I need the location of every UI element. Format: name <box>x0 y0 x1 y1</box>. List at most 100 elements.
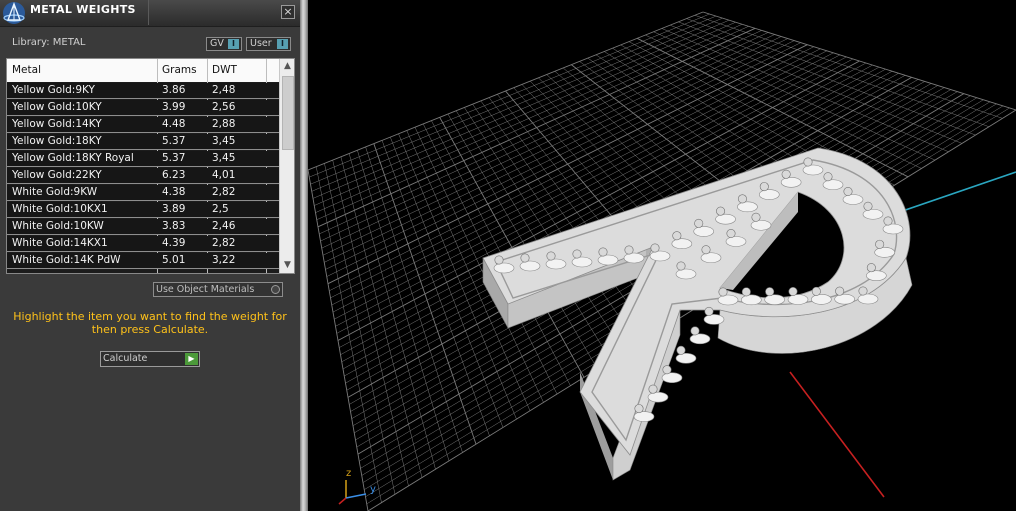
app-logo-icon <box>3 2 25 24</box>
bead-setting-cup <box>545 258 567 270</box>
bead-setting-cup <box>693 226 715 237</box>
library-gv-button[interactable]: GV I <box>206 37 242 51</box>
table-row[interactable]: Yellow Gold:18KY Royal 5.37 3,45 <box>7 151 279 167</box>
prong-ball <box>781 169 791 179</box>
prong-ball <box>634 404 644 414</box>
axis-z-label: z <box>346 468 352 479</box>
calculate-button[interactable]: Calculate ▶ <box>100 351 200 367</box>
cell-metal: White Gold:14KX1 <box>12 237 108 249</box>
prong-ball <box>741 287 751 297</box>
calculate-label: Calculate <box>103 353 148 364</box>
cell-grams: 5.37 <box>162 135 186 147</box>
bead-setting-cup <box>703 314 725 325</box>
cell-grams: 3.99 <box>162 101 186 113</box>
table-row[interactable]: Yellow Gold:22KY 6.23 4,01 <box>7 168 279 184</box>
cell-metal: White Gold:10KX1 <box>12 203 108 215</box>
bead-setting-cup <box>764 294 785 305</box>
column-header-grams[interactable]: Grams <box>162 64 197 76</box>
use-object-materials-toggle[interactable]: Use Object Materials <box>153 282 283 297</box>
cell-metal: White Gold:14K PdW <box>12 254 121 266</box>
toggle-indicator-icon <box>271 285 280 294</box>
close-button[interactable]: × <box>281 5 295 19</box>
bead-setting-cup <box>700 252 722 264</box>
table-row[interactable]: White Gold:14KX1 4.39 2,82 <box>7 236 279 252</box>
library-gv-label: GV <box>210 38 224 49</box>
bead-setting-cup <box>571 256 593 268</box>
bead-setting-cup <box>780 176 802 188</box>
prong-ball <box>690 326 700 336</box>
bead-setting-cup <box>787 294 809 305</box>
table-body: Yellow Gold:9KY 3.86 2,48 Yellow Gold:10KY 3… <box>7 83 279 270</box>
bead-setting-cup <box>811 294 832 305</box>
cell-metal: Yellow Gold:9KY <box>12 84 95 96</box>
bead-setting-cup <box>717 294 739 306</box>
bead-setting-cup <box>671 238 693 250</box>
bead-setting-cup <box>737 201 758 213</box>
grid-line <box>645 34 922 169</box>
bead-setting-cup <box>750 219 772 231</box>
table-row[interactable]: White Gold:10KW 3.83 2,46 <box>7 219 279 235</box>
cell-metal: White Gold:10KW <box>12 220 104 232</box>
prong-ball <box>520 253 530 263</box>
library-gv-indicator: I <box>228 39 239 49</box>
grid-line <box>367 109 1016 511</box>
prong-ball <box>572 249 582 259</box>
prong-ball <box>866 263 876 273</box>
bead-setting-cup <box>882 223 904 235</box>
metal-weights-panel: METAL WEIGHTS × Library: METAL GV I User… <box>0 0 300 511</box>
bead-setting-cup <box>842 194 864 205</box>
table-row[interactable]: White Gold:14K PdW 5.01 3,22 <box>7 253 279 269</box>
prong-ball <box>726 229 736 239</box>
axis-y-label: y <box>370 484 376 495</box>
prong-ball <box>788 286 798 296</box>
panel-title-tab[interactable]: METAL WEIGHTS <box>0 0 149 25</box>
cell-dwt: 2,5 <box>212 203 229 215</box>
bead-setting-cup <box>822 179 844 191</box>
bead-setting-cup <box>741 294 762 306</box>
library-user-button[interactable]: User I <box>246 37 291 51</box>
cell-grams: 5.01 <box>162 254 186 266</box>
prong-ball <box>823 172 833 182</box>
cell-dwt: 2,82 <box>212 186 236 198</box>
table-row[interactable]: Yellow Gold:18KY 5.37 3,45 <box>7 134 279 150</box>
table-row[interactable]: Yellow Gold:14KY 4.48 2,88 <box>7 117 279 133</box>
panel-splitter[interactable] <box>300 0 308 511</box>
panel-title: METAL WEIGHTS <box>30 3 136 16</box>
library-label: Library: METAL <box>12 37 86 48</box>
prong-ball <box>883 216 893 226</box>
prong-ball <box>858 286 868 296</box>
3d-viewport[interactable]: z y <box>308 0 1016 511</box>
scroll-down-icon[interactable]: ▼ <box>280 258 294 273</box>
column-header-dwt[interactable]: DWT <box>212 64 237 76</box>
prong-ball <box>863 201 873 211</box>
prong-ball <box>811 286 821 296</box>
library-user-indicator: I <box>277 39 288 49</box>
cell-grams: 3.83 <box>162 220 186 232</box>
bead-setting-cup <box>874 247 895 258</box>
prong-ball <box>701 245 711 255</box>
cell-dwt: 3,45 <box>212 135 236 147</box>
bead-setting-cup <box>834 293 855 305</box>
cell-metal: Yellow Gold:18KY Royal <box>12 152 134 164</box>
column-header-metal[interactable]: Metal <box>12 64 41 76</box>
table-scrollbar[interactable]: ▲ ▼ <box>279 59 294 273</box>
scroll-thumb[interactable] <box>282 76 294 150</box>
cell-dwt: 4,01 <box>212 169 236 181</box>
cell-dwt: 2,88 <box>212 118 236 130</box>
table-row[interactable]: Yellow Gold:10KY 3.99 2,56 <box>7 100 279 116</box>
cell-grams: 4.39 <box>162 237 186 249</box>
table-row[interactable]: White Gold:9KW 4.38 2,82 <box>7 185 279 201</box>
bead-setting-cup <box>623 252 645 264</box>
grid-line <box>686 18 990 127</box>
bead-setting-cup <box>649 250 671 262</box>
viewport-scene[interactable] <box>308 0 1016 511</box>
metal-table: Metal Grams DWT Yellow Gold:9KY 3.86 2,48 Y… <box>6 58 295 274</box>
table-row[interactable]: White Gold:10KX1 3.89 2,5 <box>7 202 279 218</box>
bead-setting-cup <box>725 236 747 247</box>
prong-ball <box>546 251 556 261</box>
table-row[interactable]: Yellow Gold:9KY 3.86 2,48 <box>7 83 279 99</box>
x-axis-line <box>789 371 885 498</box>
axis-gizmo: z y <box>336 468 396 508</box>
scroll-up-icon[interactable]: ▲ <box>280 59 294 74</box>
cell-grams: 4.38 <box>162 186 186 198</box>
